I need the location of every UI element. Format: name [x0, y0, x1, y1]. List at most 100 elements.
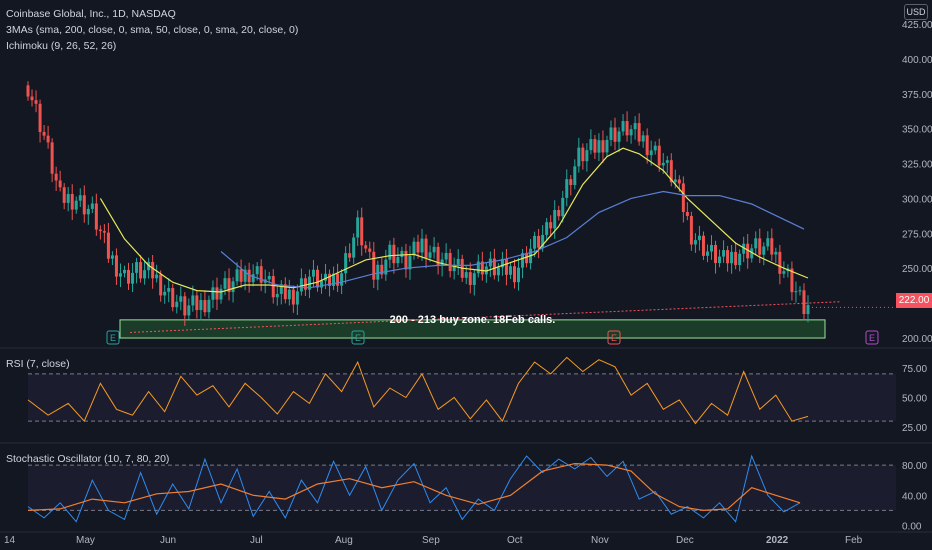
candle-body [324, 273, 328, 281]
candle-body [255, 266, 259, 275]
rsi-panel-label[interactable]: RSI (7, close) [6, 358, 70, 370]
candle-body [199, 300, 203, 311]
candle-body [118, 273, 122, 277]
candle-body [82, 195, 86, 215]
rsi-tick-label: 50.00 [902, 394, 927, 405]
candle-body [239, 269, 243, 282]
candle-body [171, 288, 175, 308]
candle-body [782, 271, 786, 274]
study-ichimoku-label[interactable]: Ichimoku (9, 26, 52, 26) [6, 40, 116, 52]
candle-body [412, 241, 416, 256]
candle-body [191, 295, 195, 306]
x-tick-label: Nov [591, 535, 609, 546]
candle-body [424, 238, 428, 258]
candle-body [508, 266, 512, 275]
rsi-tick-label: 75.00 [902, 364, 927, 375]
candle-body [472, 273, 476, 285]
candle-body [653, 145, 657, 151]
y-tick-label: 200.00 [902, 334, 932, 345]
y-tick-label: 275.00 [902, 229, 932, 240]
candle-body [207, 299, 211, 313]
candle-body [396, 257, 400, 264]
candle-body [70, 193, 74, 210]
chart-title: Coinbase Global, Inc., 1D, NASDAQ [6, 8, 176, 20]
candle-body [139, 262, 143, 279]
x-tick-label: Sep [422, 535, 440, 546]
currency-button[interactable]: USD [904, 4, 928, 20]
candle-body [525, 253, 529, 264]
candle-body [74, 200, 78, 210]
candle-body [802, 290, 806, 315]
study-3mas-label[interactable]: 3MAs (sma, 200, close, 0, sma, 50, close… [6, 24, 298, 36]
candle-body [537, 235, 541, 248]
candle-body [754, 238, 758, 249]
candle-body [468, 272, 472, 285]
candle-body [557, 210, 561, 217]
candle-body [143, 270, 147, 279]
candle-body [86, 208, 90, 215]
candle-body [661, 162, 665, 166]
candle-body [287, 289, 291, 300]
candle-body [577, 147, 581, 167]
candle-body [774, 251, 778, 255]
candle-body [131, 272, 135, 284]
candle-body [553, 210, 557, 229]
candle-body [693, 240, 697, 245]
candle-body [697, 235, 701, 241]
candle-body [649, 150, 653, 156]
candle-body [315, 269, 319, 288]
candle-body [794, 291, 798, 293]
candle-body [496, 267, 500, 276]
candle-body [151, 261, 155, 279]
candle-body [215, 287, 219, 300]
candle-body [167, 288, 171, 292]
candle-body [275, 293, 279, 298]
candle-body [605, 139, 609, 153]
candle-body [311, 269, 315, 277]
x-tick-label: Feb [845, 535, 863, 546]
x-tick-label: 14 [4, 535, 16, 546]
candle-body [368, 248, 372, 252]
candle-body [356, 217, 360, 238]
candle-body [295, 291, 299, 305]
candle-body [593, 139, 597, 153]
candle-body [364, 245, 368, 249]
candle-body [432, 246, 436, 253]
candle-body [46, 135, 50, 143]
x-tick-label: Jul [250, 535, 263, 546]
candle-body [175, 301, 179, 308]
candle-body [223, 278, 227, 289]
candle-body [420, 238, 424, 253]
candle-body [98, 229, 102, 232]
candle-body [581, 147, 585, 162]
buy-zone-annotation-text[interactable]: 200 - 213 buy zone. 18Feb calls. [120, 313, 825, 328]
candle-body [352, 237, 356, 258]
x-tick-label: Dec [676, 535, 694, 546]
candle-body [545, 222, 549, 235]
candle-body [66, 193, 70, 203]
candle-body [597, 140, 601, 153]
candle-body [235, 269, 239, 282]
candle-body [179, 296, 183, 302]
candle-body [291, 289, 295, 305]
candle-body [549, 222, 553, 229]
candle-body [58, 180, 62, 188]
candle-body [110, 255, 114, 259]
y-tick-label: 250.00 [902, 264, 932, 275]
candle-body [50, 142, 54, 174]
candle-body [90, 203, 94, 209]
x-tick-label: Oct [507, 535, 523, 546]
candle-body [251, 274, 255, 283]
candle-body [565, 179, 569, 198]
candle-body [376, 264, 380, 280]
last-price-tag: 222.00 [896, 293, 932, 308]
stoch-panel-label[interactable]: Stochastic Oscillator (10, 7, 80, 20) [6, 453, 169, 465]
y-tick-label: 325.00 [902, 160, 932, 171]
candle-body [685, 211, 689, 216]
candle-body [561, 197, 565, 217]
candle-body [400, 250, 404, 258]
x-tick-label: 2022 [766, 535, 789, 546]
stoch-band [28, 465, 896, 511]
candle-body [372, 251, 376, 280]
candle-body [798, 290, 802, 292]
